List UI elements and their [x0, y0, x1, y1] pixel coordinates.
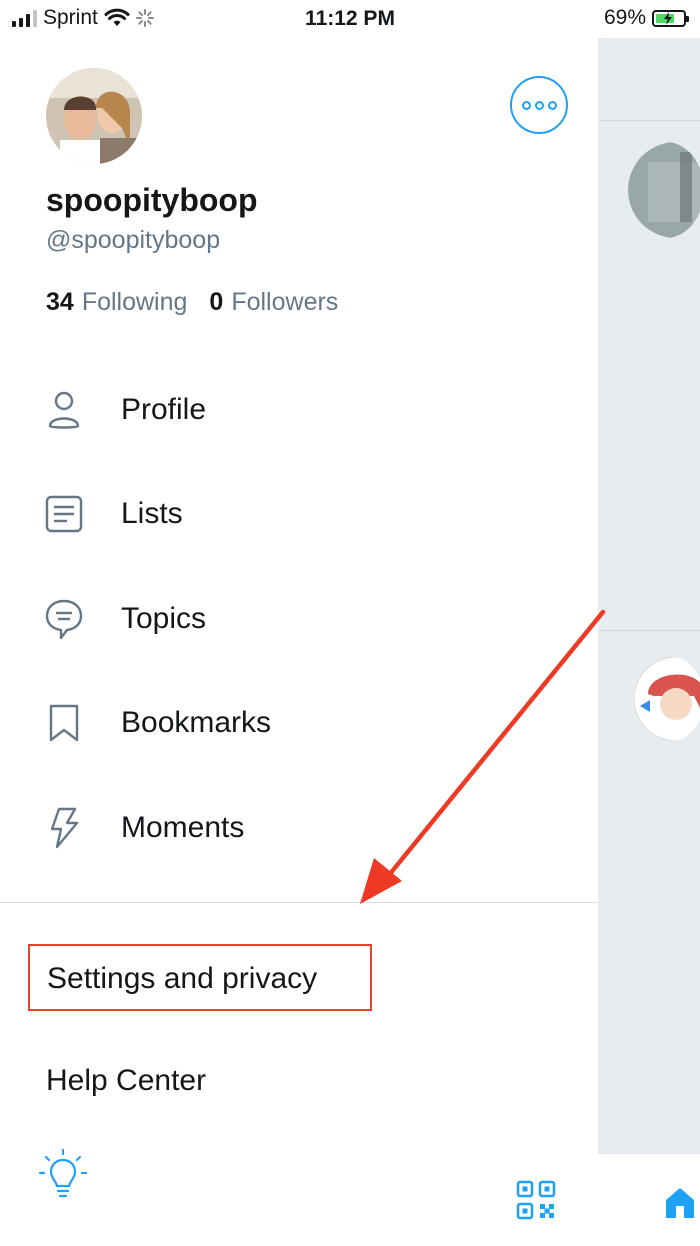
timeline-divider: [598, 630, 700, 631]
menu-item-label: Topics: [121, 602, 207, 635]
display-name[interactable]: spoopityboop: [46, 182, 258, 219]
status-time: 11:12 PM: [305, 7, 395, 30]
menu-item-profile[interactable]: Profile: [0, 370, 598, 450]
topics-icon: [44, 597, 84, 641]
side-drawer: spoopityboop @spoopityboop 34 Following 0…: [0, 38, 598, 1245]
menu-item-lists[interactable]: Lists: [0, 474, 598, 554]
menu-item-label: Moments: [121, 811, 245, 844]
settings-and-privacy-item[interactable]: Settings and privacy: [28, 944, 372, 1011]
following-count: 34: [46, 288, 74, 316]
timeline-avatar[interactable]: [628, 142, 700, 238]
timeline-avatar[interactable]: [634, 656, 700, 742]
lightbulb-icon[interactable]: [38, 1148, 88, 1202]
followers-count: 0: [209, 288, 224, 316]
battery-icon: [652, 9, 689, 27]
menu-item-label: Bookmarks: [121, 706, 272, 739]
followers-link[interactable]: 0 Followers: [209, 288, 338, 317]
following-link[interactable]: 34 Following: [46, 288, 187, 317]
dot-icon: [547, 100, 557, 110]
menu-item-moments[interactable]: Moments: [0, 788, 598, 868]
list-icon: [44, 492, 84, 536]
menu-item-label: Lists: [121, 497, 183, 530]
menu-divider: [0, 902, 598, 903]
home-icon[interactable]: [660, 1184, 700, 1220]
menu-item-bookmarks[interactable]: Bookmarks: [0, 683, 598, 763]
more-options-button[interactable]: [510, 76, 568, 134]
user-handle: @spoopityboop: [46, 226, 221, 254]
timeline-divider: [598, 120, 700, 121]
dot-icon: [521, 100, 531, 110]
bookmark-icon: [44, 701, 84, 745]
following-label: Following: [81, 288, 188, 316]
menu-item-label: Profile: [121, 393, 207, 426]
status-bar: Sprint 11:12 PM 69%: [0, 0, 700, 38]
lightning-icon: [44, 806, 84, 850]
settings-label: Settings and privacy: [47, 962, 318, 995]
help-center-item[interactable]: Help Center: [46, 1064, 206, 1098]
menu-item-topics[interactable]: Topics: [0, 579, 598, 659]
charging-bolt-icon: [664, 11, 672, 25]
status-right: 69%: [603, 6, 689, 30]
dot-icon: [534, 100, 544, 110]
follow-counts: 34 Following 0 Followers: [46, 288, 338, 317]
followers-label: Followers: [231, 288, 339, 316]
qr-code-icon[interactable]: [516, 1180, 556, 1220]
battery-percent: 69%: [603, 6, 646, 29]
person-icon: [44, 388, 84, 432]
profile-avatar[interactable]: [46, 68, 142, 164]
tab-bar-background: [598, 1153, 700, 1246]
